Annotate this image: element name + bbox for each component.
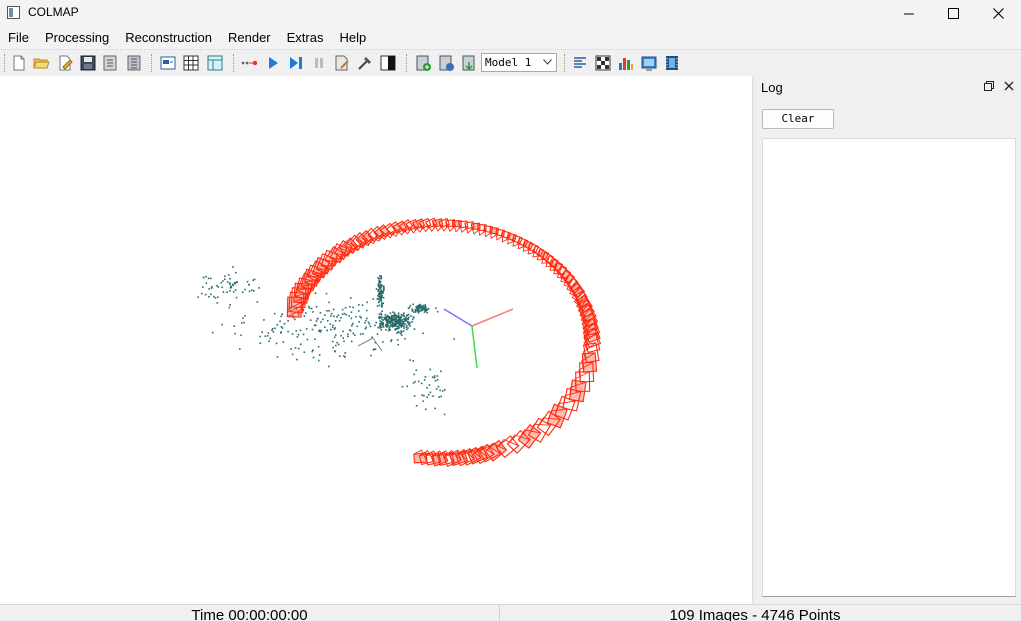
reconstruction-options-button[interactable]: [333, 54, 351, 72]
pause-reconstruction-button[interactable]: [310, 54, 328, 72]
window-title: COLMAP: [28, 5, 79, 19]
grab-movie-button[interactable]: [663, 54, 681, 72]
model-select[interactable]: Model 1: [481, 53, 557, 72]
edit-project-button[interactable]: [56, 54, 74, 72]
log-dock-title: Log: [761, 80, 783, 95]
step-reconstruction-button[interactable]: [287, 54, 305, 72]
reconstruction-options-icon: [335, 55, 349, 71]
reconstruction-canvas[interactable]: [0, 76, 752, 604]
colmap-app-icon: [7, 6, 20, 19]
save-project-icon: [80, 55, 96, 71]
step-reconstruction-icon: [290, 57, 302, 69]
status-counts: 109 Images - 4746 Points: [669, 607, 841, 621]
maximize-button[interactable]: [930, 0, 976, 27]
secondary-axes: [357, 337, 383, 352]
import-button[interactable]: [101, 54, 119, 72]
model-select-value: Model 1: [485, 56, 532, 69]
toolbar-grip: [4, 54, 6, 72]
color-render-button[interactable]: [379, 54, 397, 72]
bundle-adjustment-button[interactable]: [356, 54, 374, 72]
status-time: Time 00:00:00:00: [191, 607, 308, 621]
reconstruction-viewport[interactable]: [0, 76, 752, 604]
match-matrix-button[interactable]: [594, 54, 612, 72]
close-icon: [992, 8, 1004, 19]
title-bar: COLMAP: [0, 0, 1021, 27]
menu-reconstruction[interactable]: Reconstruction: [117, 27, 220, 49]
model-export-button[interactable]: [437, 54, 455, 72]
model-import-icon: [462, 55, 475, 71]
menu-render[interactable]: Render: [220, 27, 279, 49]
pause-icon: [315, 58, 323, 68]
toolbar-separator: [564, 54, 566, 72]
match-matrix-icon: [595, 55, 611, 71]
feature-extraction-icon: [160, 56, 176, 70]
feature-matching-button[interactable]: [182, 54, 200, 72]
new-project-icon: [13, 55, 25, 71]
open-project-icon: [33, 58, 50, 69]
start-reconstruction-button[interactable]: [264, 54, 282, 72]
log-text-area[interactable]: [762, 138, 1016, 597]
close-button[interactable]: [975, 0, 1021, 27]
chevron-down-icon: [543, 59, 552, 65]
grab-image-button[interactable]: [640, 54, 658, 72]
automatic-reconstruction-button[interactable]: [240, 54, 258, 72]
minimize-icon: [904, 13, 914, 14]
histogram-icon: [619, 58, 633, 70]
start-reconstruction-icon: [269, 57, 278, 69]
database-icon: [207, 55, 223, 71]
export-button[interactable]: [125, 54, 143, 72]
menu-file[interactable]: File: [0, 27, 37, 49]
model-export-icon: [439, 55, 454, 71]
maximize-icon: [947, 8, 959, 19]
menu-bar: File Processing Reconstruction Render Ex…: [0, 27, 1021, 49]
bundle-adjustment-icon: [358, 57, 371, 70]
clear-log-button[interactable]: Clear: [762, 109, 834, 129]
color-render-icon: [380, 55, 396, 71]
menu-extras[interactable]: Extras: [279, 27, 332, 49]
log-dock: Log Clear: [756, 76, 1021, 604]
camera-frustums: [286, 217, 602, 468]
export-icon: [127, 55, 141, 71]
automatic-reconstruction-icon: [241, 60, 258, 66]
toolbar-separator: [151, 54, 153, 72]
import-icon: [103, 55, 117, 71]
grab-image-icon: [641, 56, 657, 71]
feature-extraction-button[interactable]: [159, 54, 177, 72]
model-import-button[interactable]: [460, 54, 478, 72]
menu-help[interactable]: Help: [331, 27, 374, 49]
new-project-button[interactable]: [10, 54, 28, 72]
minimize-button[interactable]: [886, 0, 932, 27]
menu-processing[interactable]: Processing: [37, 27, 117, 49]
histogram-button[interactable]: [617, 54, 635, 72]
show-log-button[interactable]: [571, 54, 589, 72]
status-bar: Time 00:00:00:00 109 Images - 4746 Point…: [0, 604, 1021, 621]
save-project-button[interactable]: [79, 54, 97, 72]
open-project-button[interactable]: [32, 54, 50, 72]
point-cloud: [197, 266, 455, 416]
toolbar-separator: [233, 54, 235, 72]
grab-movie-icon: [666, 56, 678, 70]
show-log-icon: [574, 57, 586, 68]
toolbar-separator: [406, 54, 408, 72]
float-dock-icon[interactable]: [984, 81, 994, 91]
database-button[interactable]: [206, 54, 224, 72]
reconstruction-stats-button[interactable]: [414, 54, 432, 72]
edit-project-icon: [59, 55, 73, 71]
feature-matching-icon: [183, 55, 199, 71]
close-dock-icon[interactable]: [1004, 81, 1014, 91]
reconstruction-stats-icon: [416, 55, 431, 71]
toolbar: Model 1: [0, 49, 1021, 77]
